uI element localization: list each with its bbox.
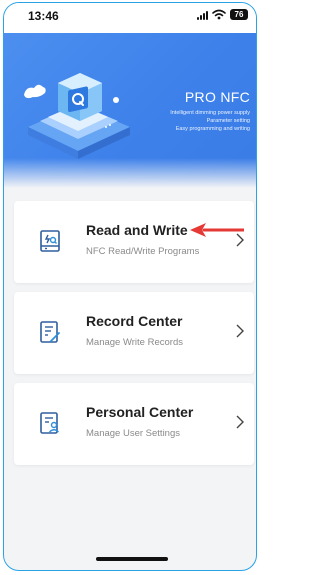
menu-card-title: Read and Write bbox=[86, 222, 188, 238]
status-time: 13:46 bbox=[28, 9, 59, 23]
hero-banner: PRO NFC Intelligent dimming power supply… bbox=[4, 33, 256, 188]
menu-card-subtitle: NFC Read/Write Programs bbox=[86, 246, 200, 257]
menu-card-subtitle: Manage Write Records bbox=[86, 337, 183, 348]
hero-title: PRO NFC bbox=[184, 89, 250, 105]
annotation-arrow-icon bbox=[190, 223, 244, 237]
nfc-phone-icon bbox=[40, 230, 60, 252]
phone-frame: 13:46 76 PRO NFC Intelligent dimming pow… bbox=[3, 2, 257, 571]
chevron-right-icon bbox=[236, 415, 244, 429]
menu-card-read-write[interactable]: Read and Write NFC Read/Write Programs bbox=[14, 201, 254, 283]
hero-tagline: Intelligent dimming power supply bbox=[170, 110, 250, 116]
menu-card-title: Record Center bbox=[86, 313, 183, 329]
nfc-device-illustration bbox=[24, 73, 130, 159]
record-document-icon bbox=[40, 321, 60, 343]
wifi-icon bbox=[212, 9, 226, 20]
signal-icon bbox=[197, 10, 208, 20]
hero-tagline: Parameter setting bbox=[206, 118, 250, 124]
status-bar: 13:46 76 bbox=[4, 3, 256, 33]
status-icons: 76 bbox=[197, 9, 248, 20]
menu-card-personal-center[interactable]: Personal Center Manage User Settings bbox=[14, 383, 254, 465]
menu-card-title: Personal Center bbox=[86, 404, 194, 420]
battery-icon: 76 bbox=[230, 9, 248, 20]
hero-fade bbox=[4, 158, 256, 188]
home-indicator[interactable] bbox=[96, 557, 168, 561]
chevron-right-icon bbox=[236, 324, 244, 338]
menu-card-subtitle: Manage User Settings bbox=[86, 428, 180, 439]
hero-tagline: Easy programming and writing bbox=[175, 126, 250, 132]
menu-card-record-center[interactable]: Record Center Manage Write Records bbox=[14, 292, 254, 374]
user-document-icon bbox=[40, 412, 59, 434]
